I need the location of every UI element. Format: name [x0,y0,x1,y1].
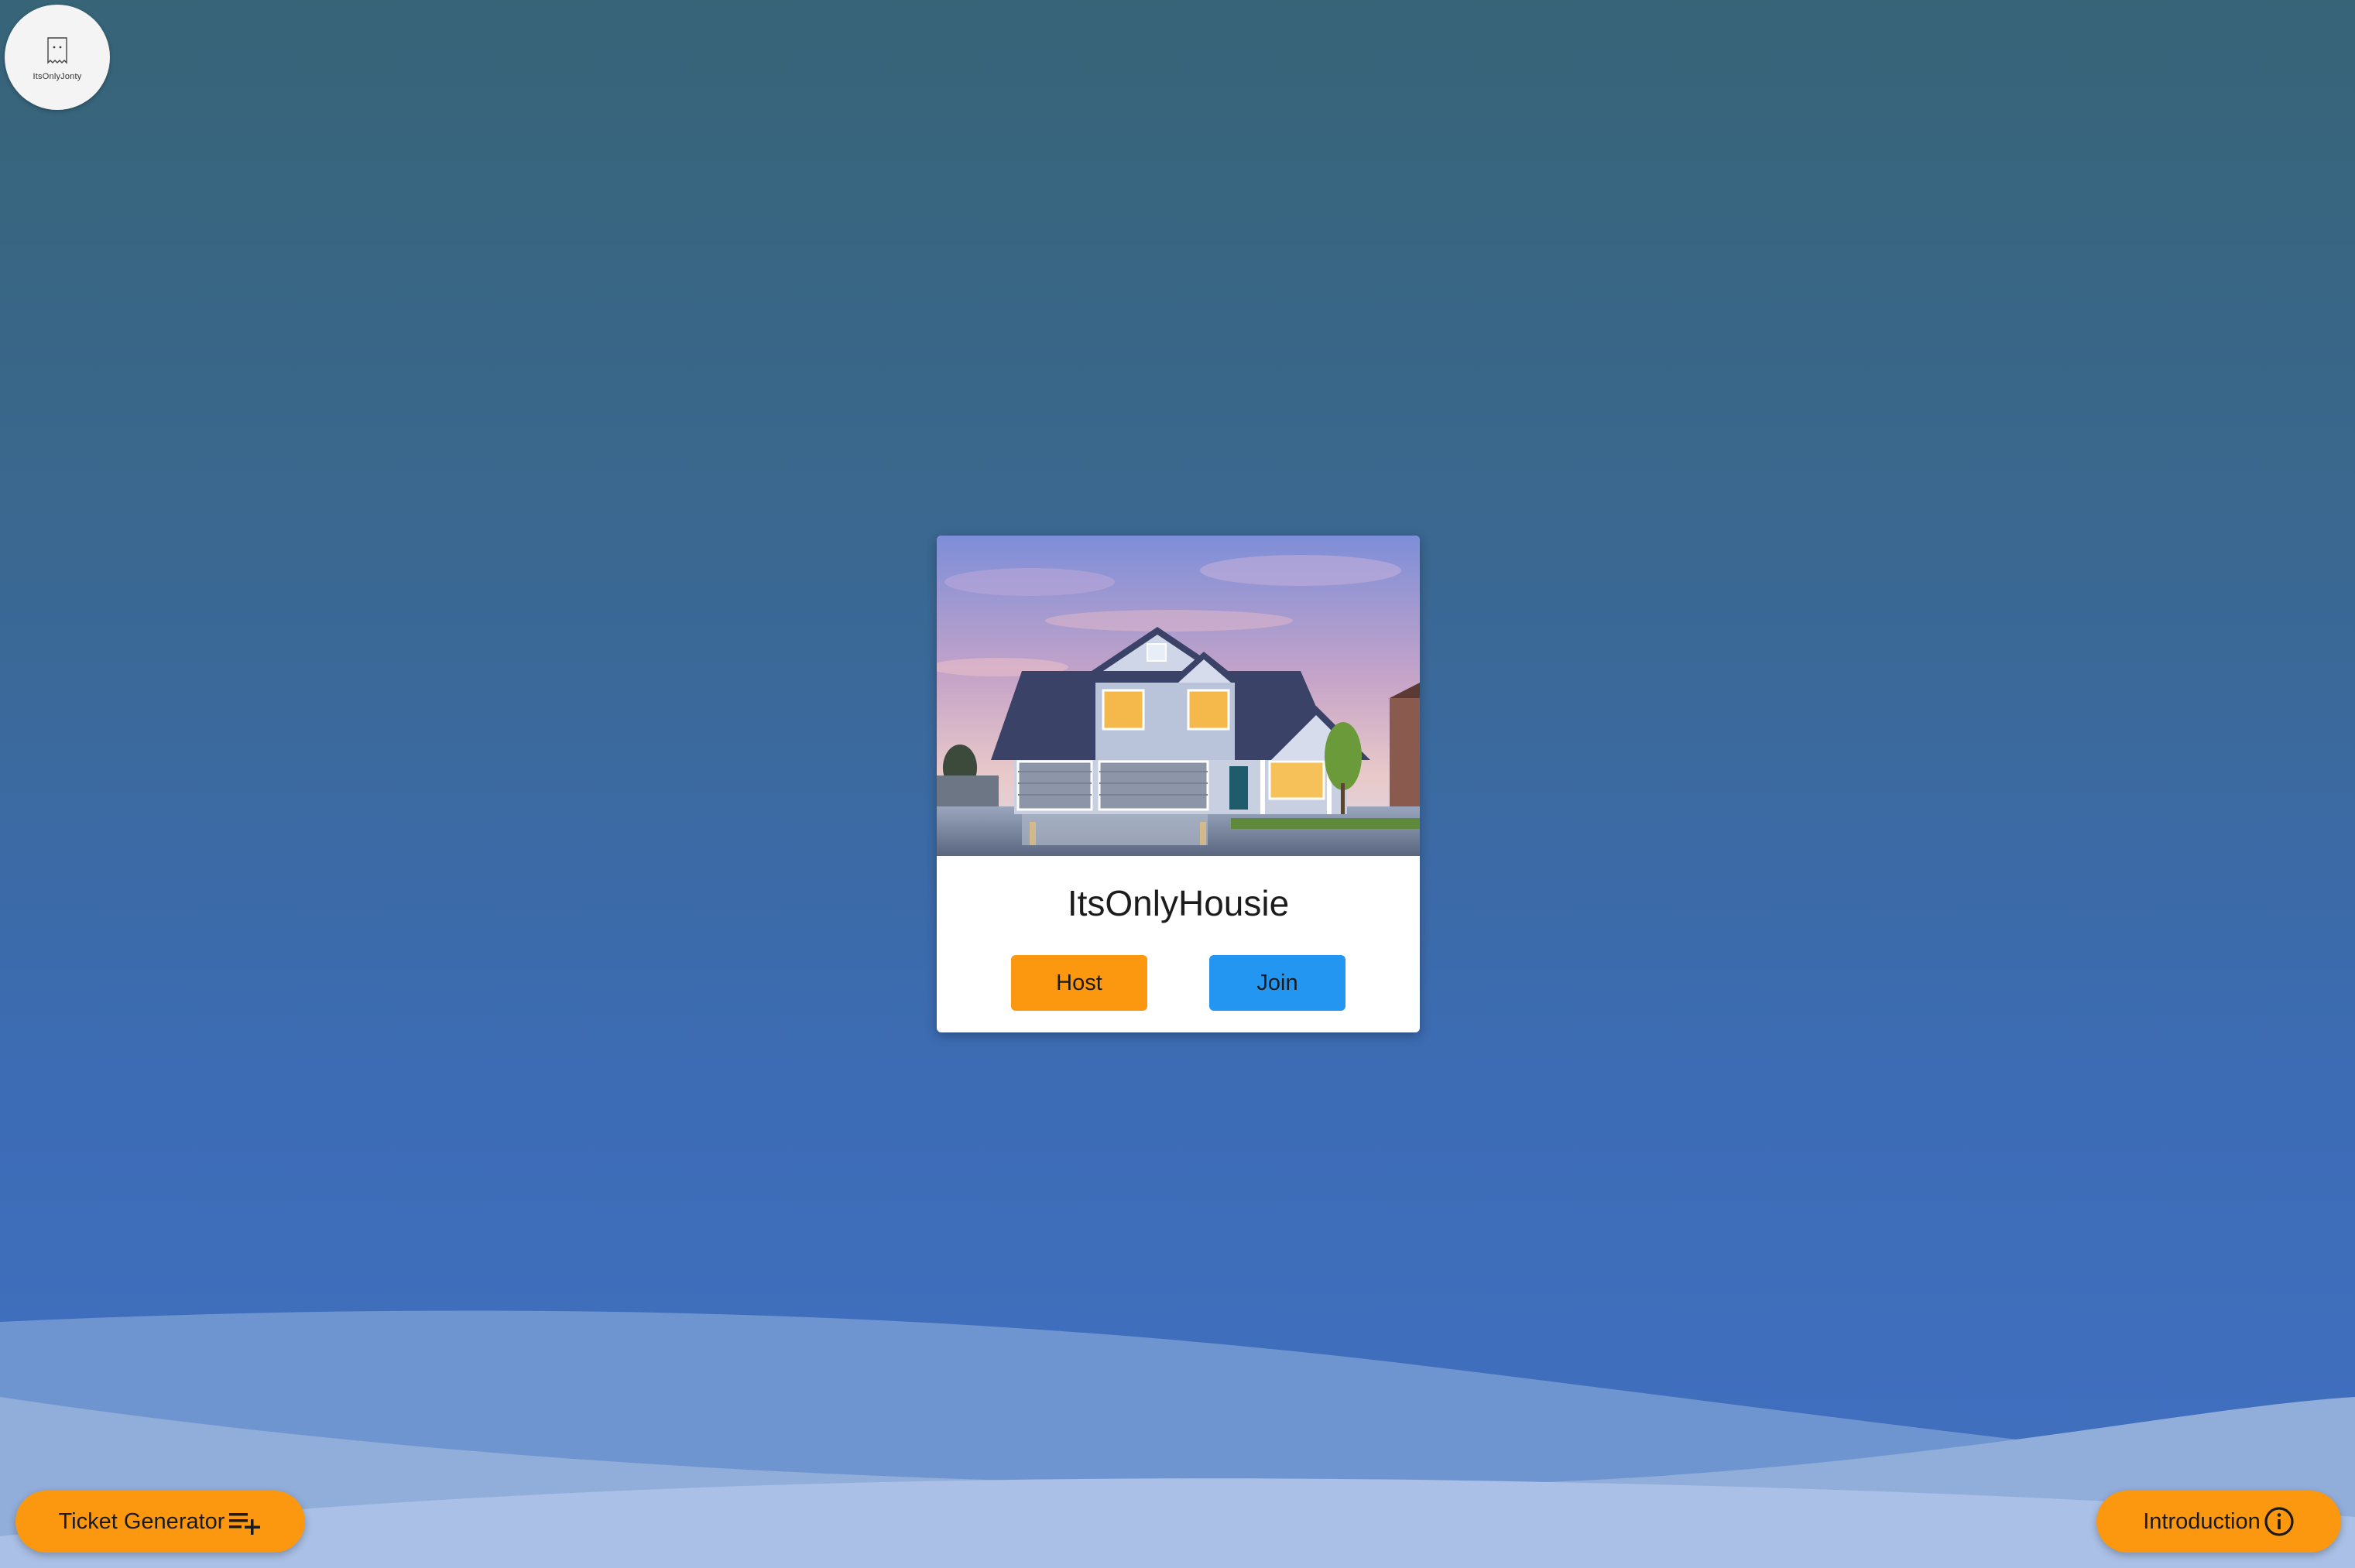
ticket-generator-label: Ticket Generator [58,1508,225,1534]
logo-icon [47,37,67,64]
join-button[interactable]: Join [1209,955,1345,1011]
info-icon [2264,1506,2295,1537]
host-button[interactable]: Host [1011,955,1147,1011]
ticket-generator-button[interactable]: Ticket Generator [15,1491,305,1553]
home-card: ItsOnlyHousie Host Join [937,536,1420,1032]
logo-badge[interactable]: ItsOnlyJonty [5,5,110,110]
house-image [937,536,1420,856]
logo-text: ItsOnlyJonty [33,72,82,81]
playlist-add-icon [228,1508,262,1535]
introduction-button[interactable]: Introduction [2096,1491,2341,1553]
app-title: ItsOnlyHousie [1067,883,1290,923]
introduction-label: Introduction [2143,1508,2261,1534]
